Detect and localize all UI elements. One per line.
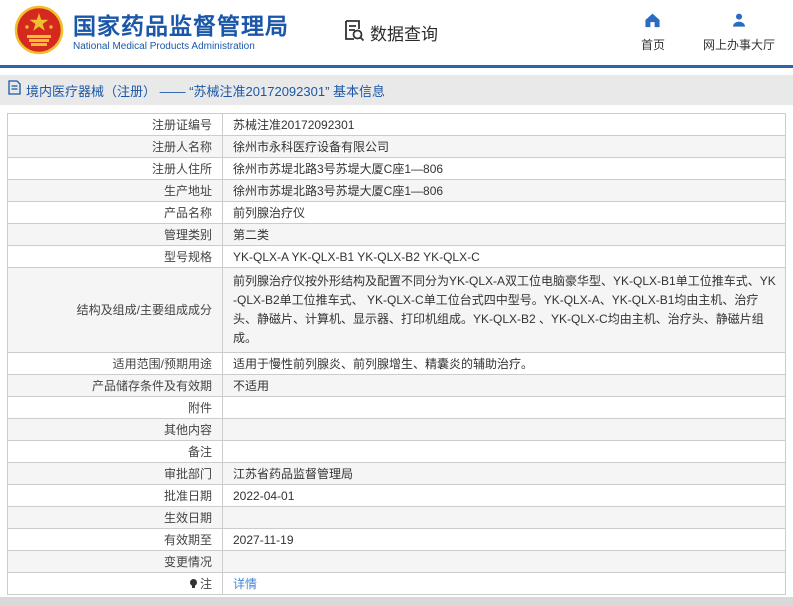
row-label: 注册证编号	[7, 113, 223, 136]
table-row: 型号规格 YK-QLX-A YK-QLX-B1 YK-QLX-B2 YK-QLX…	[7, 245, 786, 268]
breadcrumb: 境内医疗器械（注册） —— “苏械注准20172092301” 基本信息	[0, 75, 793, 105]
row-value: 徐州市永科医疗设备有限公司	[222, 135, 786, 158]
row-value: 适用于慢性前列腺炎、前列腺增生、精囊炎的辅助治疗。	[222, 352, 786, 375]
table-row: 生效日期	[7, 506, 786, 529]
row-label: 管理类别	[7, 223, 223, 246]
table-row: 产品名称 前列腺治疗仪	[7, 201, 786, 224]
table-row: 结构及组成/主要组成成分 前列腺治疗仪按外形结构及配置不同分为YK-QLX-A双…	[7, 267, 786, 353]
row-value: 徐州市苏堤北路3号苏堤大厦C座1—806	[222, 157, 786, 180]
row-value	[222, 418, 786, 441]
row-value	[222, 396, 786, 419]
row-label: 适用范围/预期用途	[7, 352, 223, 375]
table-row: 注册证编号 苏械注准20172092301	[7, 113, 786, 136]
row-value: 前列腺治疗仪	[222, 201, 786, 224]
page-header: 国家药品监督管理局 National Medical Products Admi…	[0, 0, 793, 68]
data-query-tab[interactable]: 数据查询	[341, 18, 438, 47]
row-label: 注	[7, 572, 223, 595]
person-icon	[731, 12, 747, 33]
row-label: 其他内容	[7, 418, 223, 441]
table-row: 有效期至 2027-11-19	[7, 528, 786, 551]
row-value	[222, 550, 786, 573]
table-row: 注 详情	[7, 572, 786, 595]
row-label: 结构及组成/主要组成成分	[7, 267, 223, 353]
row-label: 型号规格	[7, 245, 223, 268]
row-label: 注册人名称	[7, 135, 223, 158]
row-label: 产品储存条件及有效期	[7, 374, 223, 397]
table-row: 备注	[7, 440, 786, 463]
table-row: 生产地址 徐州市苏堤北路3号苏堤大厦C座1—806	[7, 179, 786, 202]
row-label: 注册人住所	[7, 157, 223, 180]
nav-home-label: 首页	[640, 38, 665, 52]
row-label: 附件	[7, 396, 223, 419]
row-value: 徐州市苏堤北路3号苏堤大厦C座1—806	[222, 179, 786, 202]
table-row: 产品储存条件及有效期 不适用	[7, 374, 786, 397]
table-row: 注册人住所 徐州市苏堤北路3号苏堤大厦C座1—806	[7, 157, 786, 180]
nmpa-logo[interactable]: 国家药品监督管理局 National Medical Products Admi…	[14, 5, 289, 60]
table-row: 管理类别 第二类	[7, 223, 786, 246]
row-label: 生产地址	[7, 179, 223, 202]
row-label: 备注	[7, 440, 223, 463]
national-emblem-icon	[14, 5, 64, 60]
row-value: 前列腺治疗仪按外形结构及配置不同分为YK-QLX-A双工位电脑豪华型、YK-QL…	[222, 267, 786, 353]
nav-online-hall-label: 网上办事大厅	[702, 38, 775, 52]
note-bulb-icon	[189, 578, 197, 588]
row-label: 产品名称	[7, 201, 223, 224]
org-title: 国家药品监督管理局	[73, 13, 289, 39]
table-row: 适用范围/预期用途 适用于慢性前列腺炎、前列腺增生、精囊炎的辅助治疗。	[7, 352, 786, 375]
row-value: 苏械注准20172092301	[222, 113, 786, 136]
table-row: 变更情况	[7, 550, 786, 573]
row-value: 详情	[222, 572, 786, 595]
footer-strip	[0, 597, 793, 606]
breadcrumb-text: 境内医疗器械（注册） —— “苏械注准20172092301” 基本信息	[26, 83, 386, 99]
row-label: 变更情况	[7, 550, 223, 573]
document-icon	[8, 80, 21, 100]
row-value: 江苏省药品监督管理局	[222, 462, 786, 485]
table-row: 批准日期 2022-04-01	[7, 484, 786, 507]
table-row: 其他内容	[7, 418, 786, 441]
row-value: 第二类	[222, 223, 786, 246]
row-label: 审批部门	[7, 462, 223, 485]
row-value	[222, 440, 786, 463]
row-label: 有效期至	[7, 528, 223, 551]
row-value: 不适用	[222, 374, 786, 397]
table-row: 审批部门 江苏省药品监督管理局	[7, 462, 786, 485]
document-search-icon	[341, 18, 365, 47]
table-row: 附件	[7, 396, 786, 419]
data-query-label: 数据查询	[370, 25, 438, 44]
row-value: 2027-11-19	[222, 528, 786, 551]
table-row: 注册人名称 徐州市永科医疗设备有限公司	[7, 135, 786, 158]
row-label: 批准日期	[7, 484, 223, 507]
nav-online-hall[interactable]: 网上办事大厅	[703, 12, 775, 53]
details-link[interactable]: 详情	[233, 577, 257, 591]
row-value: 2022-04-01	[222, 484, 786, 507]
info-table-body: 注册证编号 苏械注准20172092301 注册人名称 徐州市永科医疗设备有限公…	[7, 113, 786, 595]
row-value: YK-QLX-A YK-QLX-B1 YK-QLX-B2 YK-QLX-C	[222, 245, 786, 268]
row-label: 生效日期	[7, 506, 223, 529]
home-icon	[644, 12, 661, 33]
org-subtitle: National Medical Products Administration	[73, 41, 255, 52]
nav-home[interactable]: 首页	[641, 12, 665, 53]
row-value	[222, 506, 786, 529]
registration-info-table: 注册证编号 苏械注准20172092301 注册人名称 徐州市永科医疗设备有限公…	[7, 113, 786, 595]
